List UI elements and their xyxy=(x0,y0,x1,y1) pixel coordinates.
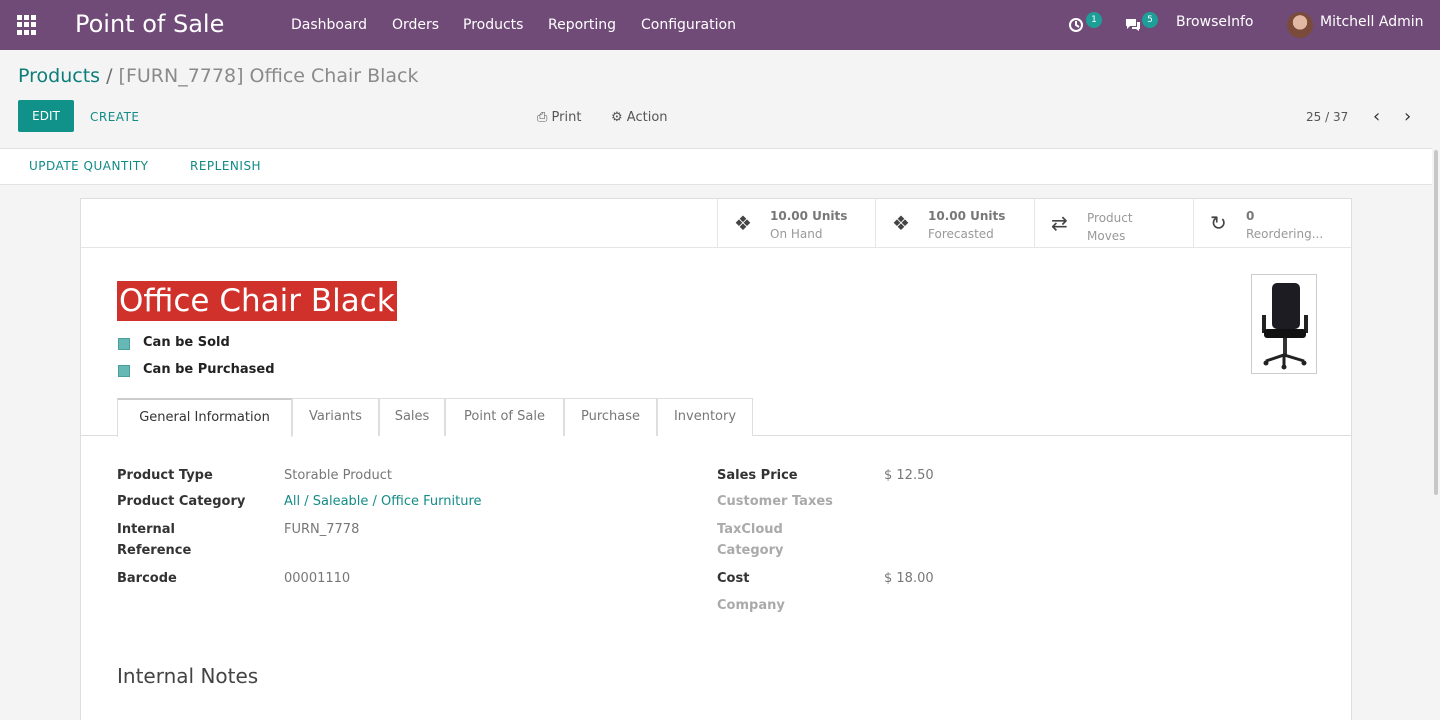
printer-icon: ⎙ xyxy=(537,110,548,125)
messages-icon[interactable] xyxy=(1124,17,1142,33)
action-button[interactable]: ⚙ Action xyxy=(611,110,668,125)
pager-value[interactable]: 25 / 37 xyxy=(1306,110,1348,124)
office-chair-image xyxy=(1262,283,1308,370)
on-hand-button[interactable]: ❖ 10.00 Units On Hand xyxy=(717,199,875,248)
messages-badge: 5 xyxy=(1142,12,1158,28)
header-action-bar: UPDATE QUANTITY REPLENISH xyxy=(0,148,1432,185)
action-label: Action xyxy=(626,110,668,125)
reordering-button[interactable]: ↻ 0 Reordering... xyxy=(1193,199,1351,248)
can-be-purchased-checkbox[interactable] xyxy=(118,365,130,377)
cubes-icon: ❖ xyxy=(734,211,752,235)
sales-price-label: Sales Price xyxy=(717,468,798,483)
apps-menu-icon[interactable] xyxy=(17,15,37,35)
can-be-sold-checkbox[interactable] xyxy=(118,338,130,350)
tab-variants[interactable]: Variants xyxy=(292,398,379,436)
product-moves-label: Product Moves xyxy=(1087,211,1133,243)
breadcrumb: Products / [FURN_7778] Office Chair Blac… xyxy=(18,65,419,87)
forecasted-value: 10.00 Units xyxy=(928,209,1006,223)
page-scrollbar[interactable] xyxy=(1434,150,1438,495)
product-type-value[interactable]: Storable Product xyxy=(284,468,392,483)
user-menu[interactable]: Mitchell Admin xyxy=(1320,14,1424,30)
product-moves-button[interactable]: ⇄ Product Moves xyxy=(1034,199,1192,248)
reordering-value: 0 xyxy=(1246,209,1255,223)
update-quantity-button[interactable]: UPDATE QUANTITY xyxy=(29,159,149,173)
reordering-label: Reordering... xyxy=(1246,227,1324,241)
barcode-label: Barcode xyxy=(117,571,177,586)
product-name-field[interactable]: Office Chair Black xyxy=(117,281,397,321)
forecasted-label: Forecasted xyxy=(928,227,994,241)
forecasted-button[interactable]: ❖ 10.00 Units Forecasted xyxy=(875,199,1033,248)
tab-inventory[interactable]: Inventory xyxy=(657,398,753,436)
product-image[interactable] xyxy=(1251,274,1317,374)
cost-label: Cost xyxy=(717,571,750,586)
edit-button[interactable]: EDIT xyxy=(18,100,74,132)
menu-configuration[interactable]: Configuration xyxy=(641,17,736,33)
product-category-link[interactable]: All / Saleable / Office Furniture xyxy=(284,494,482,509)
taxcloud-category-label: TaxCloud Category xyxy=(717,522,784,558)
menu-products[interactable]: Products xyxy=(463,17,523,33)
product-category-label: Product Category xyxy=(117,494,246,509)
smart-button-box: ❖ 10.00 Units On Hand ❖ 10.00 Units Fore… xyxy=(81,199,1351,248)
tab-sales[interactable]: Sales xyxy=(379,398,445,436)
form-notebook: General Information Variants Sales Point… xyxy=(81,398,1351,437)
exchange-icon: ⇄ xyxy=(1051,211,1068,235)
internal-reference-label: Internal Reference xyxy=(117,522,192,558)
activity-badge: 1 xyxy=(1086,12,1102,28)
can-be-sold-label: Can be Sold xyxy=(143,335,230,350)
app-title[interactable]: Point of Sale xyxy=(75,10,224,38)
tab-general-information[interactable]: General Information xyxy=(117,398,292,437)
company-label: Company xyxy=(717,598,785,613)
pager-next-icon[interactable]: › xyxy=(1404,108,1411,126)
product-type-label: Product Type xyxy=(117,468,213,483)
breadcrumb-products-link[interactable]: Products xyxy=(18,65,100,87)
cubes-icon: ❖ xyxy=(892,211,910,235)
menu-reporting[interactable]: Reporting xyxy=(548,17,616,33)
menu-dashboard[interactable]: Dashboard xyxy=(291,17,367,33)
print-label: Print xyxy=(551,110,582,125)
refresh-icon: ↻ xyxy=(1210,211,1227,235)
top-navbar: Point of Sale Dashboard Orders Products … xyxy=(0,0,1440,50)
create-button[interactable]: CREATE xyxy=(90,110,140,124)
tab-point-of-sale[interactable]: Point of Sale xyxy=(445,398,564,436)
customer-taxes-label: Customer Taxes xyxy=(717,494,833,509)
company-switcher[interactable]: BrowseInfo xyxy=(1176,14,1253,30)
gear-icon: ⚙ xyxy=(611,110,623,125)
breadcrumb-separator: / xyxy=(106,65,113,87)
activity-icon[interactable] xyxy=(1068,17,1084,33)
replenish-button[interactable]: REPLENISH xyxy=(190,159,261,173)
sales-price-value[interactable]: $ 12.50 xyxy=(884,468,934,483)
print-button[interactable]: ⎙ Print xyxy=(537,110,581,125)
menu-orders[interactable]: Orders xyxy=(392,17,439,33)
barcode-value[interactable]: 00001110 xyxy=(284,571,350,586)
can-be-purchased-label: Can be Purchased xyxy=(143,362,275,377)
pager-previous-icon[interactable]: ‹ xyxy=(1373,108,1380,126)
user-avatar[interactable] xyxy=(1287,12,1313,38)
internal-notes-heading: Internal Notes xyxy=(117,664,259,688)
tab-purchase[interactable]: Purchase xyxy=(564,398,657,436)
internal-reference-value[interactable]: FURN_7778 xyxy=(284,522,359,537)
form-sheet: ❖ 10.00 Units On Hand ❖ 10.00 Units Fore… xyxy=(80,198,1352,720)
breadcrumb-current: [FURN_7778] Office Chair Black xyxy=(118,65,419,87)
on-hand-label: On Hand xyxy=(770,227,823,241)
on-hand-value: 10.00 Units xyxy=(770,209,848,223)
cost-value[interactable]: $ 18.00 xyxy=(884,571,934,586)
